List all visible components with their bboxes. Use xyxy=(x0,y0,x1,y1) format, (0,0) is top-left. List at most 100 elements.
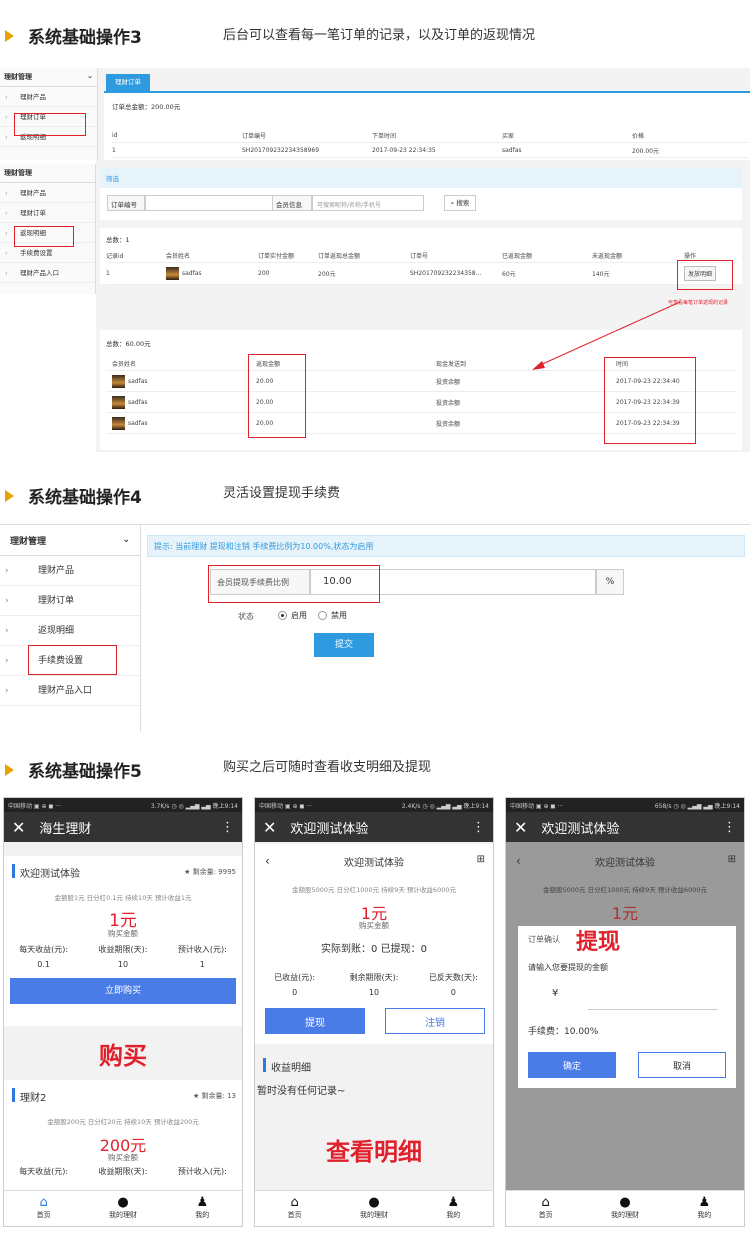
product-subtitle: 金额股1元 日分红0.1元 持续10天 预计收益1元 xyxy=(54,894,192,902)
section5-title-text: 系统基础操作5 xyxy=(28,762,142,782)
tab-orders[interactable]: 理财订单 xyxy=(106,74,150,91)
nav-home-label: 首页 xyxy=(538,1211,553,1219)
nav-my-finance[interactable]: ● 我的理财 xyxy=(585,1191,664,1226)
withdraw-dialog: 订单确认 请输入您要提现的金额 ¥ 手续费：10.00% 确定 取消 xyxy=(518,926,736,1088)
status-disable-radio[interactable]: 禁用 xyxy=(318,610,347,621)
fee-info: 手续费：10.00% xyxy=(528,1027,599,1037)
avatar xyxy=(112,374,125,388)
big-label-withdraw: 提现 xyxy=(576,930,621,955)
section4-title-text: 系统基础操作4 xyxy=(28,488,142,508)
nav-mine[interactable]: ♟ 我的 xyxy=(163,1191,242,1226)
sidebar-item-entry[interactable]: 理财产品入口 xyxy=(0,263,95,283)
search-button-label: 搜索 xyxy=(456,199,470,207)
stat-value: 0 xyxy=(450,988,456,997)
sidebar-header[interactable]: 理财管理 ⌄ xyxy=(0,525,140,556)
sidebar-item-orders[interactable]: 理财订单 xyxy=(0,203,95,223)
product-subtitle: 金额股5000元 日分红1000元 持续9天 预计收益6000元 xyxy=(543,886,707,894)
status-left: 中国移动 ▣ ⊕ ◼ ··· xyxy=(259,802,313,810)
detail-title: 欢迎测试体验 xyxy=(344,858,404,869)
table-header: id 订单编号 下单时间 买家 价格 xyxy=(112,128,748,143)
stats-labels: 每天收益(元): 收益期限(天): 预计收入(元): xyxy=(4,1166,242,1177)
amount-input[interactable] xyxy=(588,988,718,1010)
sidebar-header[interactable]: 理财管理 xyxy=(0,164,95,183)
more-icon[interactable]: ⋮ xyxy=(221,820,234,835)
submit-button[interactable]: 提交 xyxy=(314,633,374,657)
orders-screenshot: 理财管理⌄ 理财产品 理财订单 返现明细 理财订单 订单总金额：200.00元 … xyxy=(0,68,750,160)
nav-my-finance[interactable]: ● 我的理财 xyxy=(83,1191,162,1226)
status-enable-label: 启用 xyxy=(291,611,307,620)
cell-member: sadfas xyxy=(166,267,258,280)
more-icon[interactable]: ⋮ xyxy=(472,820,485,835)
sidebar-header-label: 理财管理 xyxy=(4,73,32,81)
user-icon: ♟ xyxy=(196,1195,209,1210)
confirm-button[interactable]: 确定 xyxy=(528,1052,616,1078)
settle-info: 实际到账：0 已提现：0 xyxy=(321,944,427,955)
section5-title: 系统基础操作5 xyxy=(5,757,142,782)
search-button[interactable]: ⌕ 搜索 xyxy=(444,195,476,211)
sidebar-header[interactable]: 理财管理 ⌄ xyxy=(0,68,97,87)
remain-value: 剩余量: 9995 xyxy=(192,868,236,876)
col-action: 操作 xyxy=(684,252,697,260)
nav-mine[interactable]: ♟ 我的 xyxy=(414,1191,493,1226)
stat-value: 0.1 xyxy=(37,960,51,969)
section4-title: 系统基础操作4 xyxy=(5,483,142,508)
status-left: 中国移动 ▣ ⊕ ◼ ··· xyxy=(8,802,62,810)
table-row[interactable]: 1 SH201709232234358969 2017-09-23 22:34:… xyxy=(112,143,748,158)
close-icon[interactable]: ✕ xyxy=(514,818,527,837)
sidebar-item-products[interactable]: 理财产品 xyxy=(0,87,97,107)
cancel-button[interactable]: 取消 xyxy=(638,1052,726,1078)
fee-unit: % xyxy=(596,569,624,595)
nav-home[interactable]: ⌂ 首页 xyxy=(255,1191,334,1226)
cancel-button[interactable]: 注销 xyxy=(385,1008,485,1034)
status-enable-radio[interactable]: 启用 xyxy=(278,610,307,621)
nav-mine[interactable]: ♟ 我的 xyxy=(665,1191,744,1226)
sidebar-item-products[interactable]: 理财产品 xyxy=(0,183,95,203)
buy-button[interactable]: 立即购买 xyxy=(10,978,236,1004)
sidebar-item-products[interactable]: 理财产品 xyxy=(0,556,140,586)
bottom-nav: ⌂ 首页 ● 我的理财 ♟ 我的 xyxy=(506,1190,744,1226)
close-icon[interactable]: ✕ xyxy=(12,818,25,837)
member-search-input[interactable]: 可搜索昵称/名称/手机号 xyxy=(312,195,424,211)
nav-home-label: 首页 xyxy=(287,1211,302,1219)
col-record-id: 记录id xyxy=(106,252,124,260)
table-row: 1 sadfas 200 200元 SH201709232234358... 6… xyxy=(106,263,738,285)
sidebar-item-entry[interactable]: 理财产品入口 xyxy=(0,676,140,706)
app-bar: ✕ 欢迎测试体验 ⋮ xyxy=(506,812,744,842)
highlight-box xyxy=(677,260,733,290)
section4-desc: 灵活设置提现手续费 xyxy=(223,486,341,501)
radio-unchecked-icon xyxy=(318,611,327,620)
search-icon: ⌕ xyxy=(450,199,455,207)
col-buyer: 买家 xyxy=(502,132,515,140)
cell-paid: 200 xyxy=(258,270,270,277)
sidebar-item-orders[interactable]: 理财订单 xyxy=(0,586,140,616)
orders-table: id 订单编号 下单时间 买家 价格 1 SH20170923223435896… xyxy=(112,128,748,158)
circle-icon: ● xyxy=(117,1195,129,1210)
col-member: 会员姓名 xyxy=(112,360,137,368)
status-bar: 中国移动 ▣ ⊕ ◼ ··· 658/s ◷ ◎ ▂▄▆ ▃▅ 晚上9:14 xyxy=(506,798,744,812)
circle-icon: ● xyxy=(619,1195,631,1210)
nav-my-finance[interactable]: ● 我的理财 xyxy=(334,1191,413,1226)
grid-icon[interactable]: ⊞ xyxy=(477,854,485,865)
order-no-input[interactable] xyxy=(145,195,275,211)
cashback-total: 总数：1 xyxy=(106,236,130,244)
col-returned: 已返现金额 xyxy=(502,252,533,260)
accent-bar xyxy=(263,1058,266,1072)
phone-withdraw: 中国移动 ▣ ⊕ ◼ ··· 658/s ◷ ◎ ▂▄▆ ▃▅ 晚上9:14 ✕ 欢… xyxy=(505,797,745,1227)
product-name: 理财2 xyxy=(20,1093,47,1104)
order-total: 订单总金额：200.00元 xyxy=(112,103,181,111)
sidebar-item-cashback[interactable]: 返现明细 xyxy=(0,616,140,646)
currency-symbol: ¥ xyxy=(552,988,559,999)
more-icon[interactable]: ⋮ xyxy=(723,820,736,835)
chevron-down-icon: ⌄ xyxy=(87,72,93,80)
close-icon[interactable]: ✕ xyxy=(263,818,276,837)
status-left: 中国移动 ▣ ⊕ ◼ ··· xyxy=(510,802,564,810)
nav-home[interactable]: ⌂ 首页 xyxy=(506,1191,585,1226)
product-name: 欢迎测试体验 xyxy=(20,869,80,880)
accent-bar xyxy=(12,864,15,878)
status-right: 658/s ◷ ◎ ▂▄▆ ▃▅ 晚上9:14 xyxy=(654,802,740,810)
nav-home-label: 首页 xyxy=(36,1211,51,1219)
col-unreturned: 未返现金额 xyxy=(592,252,623,260)
withdraw-button[interactable]: 提现 xyxy=(265,1008,365,1034)
nav-home[interactable]: ⌂ 首页 xyxy=(4,1191,83,1226)
remain-label: ★ 剩余量: 13 xyxy=(192,1092,236,1100)
